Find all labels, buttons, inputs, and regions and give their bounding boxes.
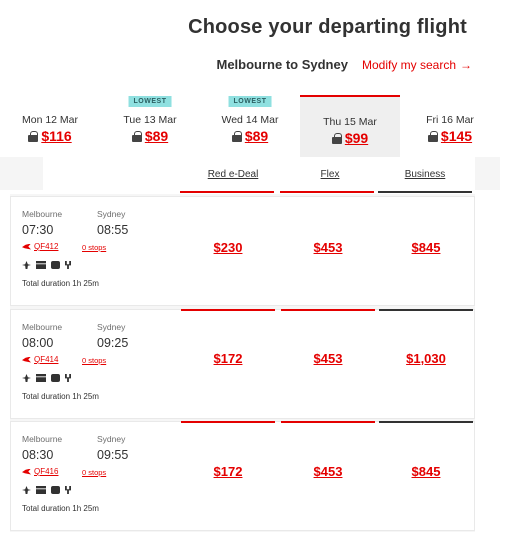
date-price[interactable]: $145 (441, 128, 472, 144)
date-price[interactable]: $99 (345, 130, 368, 146)
fare-divider (281, 309, 375, 311)
flight-card[interactable]: Melbourne Sydney 08:00 09:25 QF414 0 sto… (10, 309, 475, 419)
screen-icon (51, 374, 60, 382)
fare-price-red-e-deal[interactable]: $230 (181, 240, 275, 255)
total-duration: Total duration 1h 25m (22, 279, 99, 288)
fare-divider (281, 421, 375, 423)
modify-search-label: Modify my search (361, 58, 456, 72)
flight-card[interactable]: Melbourne Sydney 07:30 08:55 QF412 0 sto… (10, 196, 475, 306)
arrow-right-icon: → (460, 58, 472, 72)
flight-number-link[interactable]: QF416 (22, 467, 58, 476)
lowest-badge: LOWEST (128, 96, 172, 107)
qantas-logo-icon (22, 356, 31, 363)
fare-price-flex[interactable]: $453 (281, 240, 375, 255)
plane-icon (22, 374, 31, 382)
flight-number-link[interactable]: QF412 (22, 242, 58, 251)
arrive-time: 08:55 (97, 223, 129, 237)
destination-city: Sydney (97, 434, 126, 444)
date-selector: Mon 12 Mar $116 LOWEST Tue 13 Mar $89 LO… (0, 95, 500, 157)
lock-icon (427, 130, 438, 142)
meal-icon (65, 374, 71, 382)
depart-time: 08:00 (22, 336, 54, 350)
origin-city: Melbourne (22, 434, 63, 444)
date-price[interactable]: $89 (245, 128, 268, 144)
date-label: Tue 13 Mar (123, 114, 177, 126)
depart-time: 08:30 (22, 448, 54, 462)
qantas-logo-icon (22, 468, 31, 475)
total-duration: Total duration 1h 25m (22, 504, 99, 513)
header-strip (0, 157, 43, 190)
stops-link[interactable]: 0 stops (82, 468, 106, 477)
wifi-icon (36, 486, 46, 494)
lowest-badge: LOWEST (228, 96, 272, 107)
fare-divider (181, 421, 275, 423)
fare-type-header: Red e-Deal Flex Business (0, 157, 500, 193)
lock-icon (28, 130, 39, 142)
flight-number: QF416 (34, 467, 59, 476)
flight-number-link[interactable]: QF414 (22, 355, 58, 364)
route-label: Melbourne to Sydney (216, 57, 348, 72)
fare-price-business[interactable]: $845 (379, 240, 473, 255)
lock-icon (131, 130, 142, 142)
plane-icon (22, 261, 31, 269)
screen-icon (51, 261, 60, 269)
date-price[interactable]: $89 (145, 128, 168, 144)
lock-icon (331, 132, 342, 144)
date-tab-fri-16[interactable]: Fri 16 Mar $145 (400, 95, 500, 157)
wifi-icon (36, 261, 46, 269)
date-label: Mon 12 Mar (21, 114, 79, 126)
date-label: Thu 15 Mar (323, 116, 377, 128)
qantas-logo-icon (22, 243, 31, 250)
meal-icon (65, 486, 71, 494)
fare-underline (378, 191, 472, 193)
fare-divider (379, 421, 473, 423)
fare-col-business[interactable]: Business (378, 169, 472, 180)
meal-icon (65, 261, 71, 269)
date-price[interactable]: $116 (41, 128, 71, 144)
date-tab-wed-14[interactable]: LOWEST Wed 14 Mar $89 (200, 95, 300, 157)
lock-icon (231, 130, 242, 142)
fare-divider (181, 309, 275, 311)
amenities (22, 486, 71, 494)
fare-price-business[interactable]: $845 (379, 464, 473, 479)
amenities (22, 374, 71, 382)
arrive-time: 09:25 (97, 336, 129, 350)
flight-number: QF414 (34, 355, 59, 364)
stops-link[interactable]: 0 stops (82, 356, 106, 365)
flight-card[interactable]: Melbourne Sydney 08:30 09:55 QF416 0 sto… (10, 421, 475, 531)
fare-price-red-e-deal[interactable]: $172 (181, 351, 275, 366)
route-row: Melbourne to Sydney Modify my search → (217, 57, 473, 72)
fare-underline (280, 191, 374, 193)
modify-search-link[interactable]: Modify my search → (362, 58, 472, 72)
date-tab-thu-15[interactable]: Thu 15 Mar $99 (300, 95, 400, 157)
screen-icon (51, 486, 60, 494)
date-tab-mon-12[interactable]: Mon 12 Mar $116 (0, 95, 100, 157)
fare-col-flex[interactable]: Flex (283, 169, 377, 180)
fare-col-red-e-deal[interactable]: Red e-Deal (186, 169, 280, 180)
fare-underline (180, 191, 274, 193)
page-title: Choose your departing flight (188, 16, 467, 38)
total-duration: Total duration 1h 25m (22, 392, 99, 401)
date-label: Fri 16 Mar (426, 114, 474, 126)
fare-price-red-e-deal[interactable]: $172 (181, 464, 275, 479)
wifi-icon (36, 374, 46, 382)
fare-price-flex[interactable]: $453 (281, 464, 375, 479)
depart-time: 07:30 (22, 223, 54, 237)
header-strip (475, 157, 500, 190)
arrive-time: 09:55 (97, 448, 129, 462)
date-label: Wed 14 Mar (221, 114, 279, 126)
destination-city: Sydney (97, 209, 126, 219)
fare-divider (379, 309, 473, 311)
destination-city: Sydney (97, 322, 126, 332)
amenities (22, 261, 71, 269)
fare-price-flex[interactable]: $453 (281, 351, 375, 366)
date-tab-tue-13[interactable]: LOWEST Tue 13 Mar $89 (100, 95, 200, 157)
flight-number: QF412 (34, 242, 59, 251)
origin-city: Melbourne (22, 209, 63, 219)
fare-price-business[interactable]: $1,030 (379, 351, 473, 366)
stops-link[interactable]: 0 stops (82, 243, 106, 252)
plane-icon (22, 486, 31, 494)
origin-city: Melbourne (22, 322, 63, 332)
